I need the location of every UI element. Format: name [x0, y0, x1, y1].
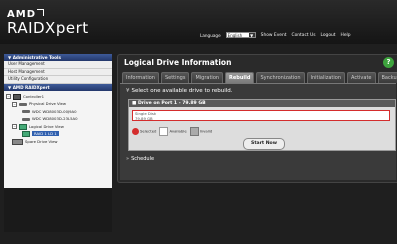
drive-selection-box: ■ Drive on Port 1 - 79.89 GB Single Disk… [128, 99, 396, 151]
tree-item-drive-1[interactable]: WDC WD8003D-00J9A0 [4, 108, 112, 116]
tab-synchronization[interactable]: Synchronization [256, 72, 305, 83]
left-panel: ▼ Administrative Tools User Management H… [4, 54, 112, 232]
help-icon[interactable]: ? [383, 57, 394, 68]
amd-arrow-icon [37, 9, 44, 16]
start-now-button[interactable]: Start Now [243, 138, 285, 150]
brand-product: RAIDXpert [7, 19, 89, 37]
controller-icon [13, 93, 21, 100]
tree-item-spare-drive-view[interactable]: Spare Drive View [4, 138, 112, 146]
legend-selected: Selected [132, 128, 156, 135]
logical-drive-icon [19, 123, 27, 130]
collapse-toggle-icon[interactable]: − [12, 124, 17, 129]
tree-item-raid1-ld1[interactable]: RAID 1 LD 1 [4, 130, 112, 138]
legend-available: Available [159, 127, 187, 136]
tree-item-physical-drive-view[interactable]: − Physical Drive View [4, 100, 112, 108]
tree-item-controller[interactable]: − Controller1 [4, 93, 112, 101]
schedule-section-header[interactable]: » Schedule [126, 156, 154, 162]
language-select[interactable]: English ▼ [225, 32, 256, 38]
available-swatch-icon [159, 127, 169, 136]
legend: Selected Available Invalid [132, 127, 212, 136]
tab-backup[interactable]: Backup [377, 72, 397, 83]
logical-drive-icon [22, 131, 30, 137]
device-tree: − Controller1 − Physical Drive View WDC WD… [4, 90, 112, 188]
tab-migration[interactable]: Migration [191, 72, 224, 83]
help-link[interactable]: Help [341, 33, 351, 38]
select-drive-section-header[interactable]: ¥ Select one available drive to rebuild. [126, 88, 233, 94]
chevron-down-icon: ¥ [126, 88, 130, 94]
disk-icon [22, 110, 30, 113]
collapse-toggle-icon[interactable]: − [12, 101, 17, 107]
main-panel: Logical Drive Information ? Information … [117, 54, 397, 183]
legend-invalid: Invalid [189, 127, 212, 136]
chevron-down-icon: ▼ [248, 33, 255, 38]
utility-configuration-item[interactable]: Utility Configuration [4, 76, 112, 84]
rebuild-tab-body: ¥ Select one available drive to rebuild. … [120, 83, 396, 180]
tab-information[interactable]: Information [122, 72, 159, 83]
show-event-link[interactable]: Show Event [261, 33, 287, 38]
brand-logo: AMD RAIDXpert [7, 9, 89, 37]
page-title: Logical Drive Information [124, 58, 232, 67]
disk-icon [22, 117, 30, 121]
language-value: English [227, 33, 243, 38]
admin-tools-title[interactable]: ▼ Administrative Tools [4, 54, 112, 61]
language-label: Language [200, 32, 221, 38]
tree-item-drive-2[interactable]: WDC WD8003D-23L5A0 [4, 115, 112, 123]
contact-us-link[interactable]: Contact Us [292, 33, 316, 38]
spare-drive-icon [12, 138, 23, 145]
tab-rebuild[interactable]: Rebuild [225, 72, 255, 83]
selected-swatch-icon [132, 128, 139, 135]
tree-item-logical-drive-view[interactable]: − Logical Drive View [4, 123, 112, 131]
top-nav: Language English ▼ Show Event Contact Us… [200, 30, 351, 40]
app-header: AMD RAIDXpert Language English ▼ Show Ev… [0, 0, 397, 44]
disk-icon [19, 102, 27, 106]
host-management-item[interactable]: Host Management [4, 68, 112, 76]
drive-option-selected[interactable]: Single Disk 79.89 GB [132, 110, 390, 121]
drive-size: 79.89 GB [135, 115, 153, 121]
tab-bar: Information Settings Migration Rebuild S… [122, 72, 397, 83]
raidxpert-title[interactable]: ▼ AMD RAIDXpert [4, 83, 112, 91]
chevron-right-icon: » [126, 156, 130, 162]
tab-initialization[interactable]: Initialization [306, 72, 345, 83]
collapse-toggle-icon[interactable]: − [6, 94, 11, 99]
tab-settings[interactable]: Settings [160, 72, 190, 83]
invalid-swatch-icon [189, 127, 199, 136]
drive-port-header: ■ Drive on Port 1 - 79.89 GB [129, 100, 395, 107]
tab-activate[interactable]: Activate [347, 72, 376, 83]
logout-link[interactable]: Logout [320, 33, 335, 38]
user-management-item[interactable]: User Management [4, 61, 112, 69]
